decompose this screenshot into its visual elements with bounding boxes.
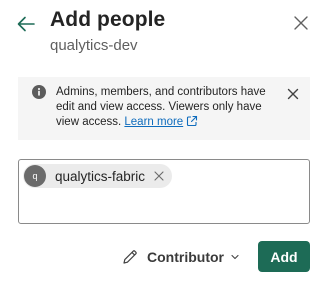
close-icon <box>292 14 310 32</box>
info-icon <box>32 85 46 99</box>
page-title: Add people <box>50 8 166 31</box>
close-icon <box>286 87 300 101</box>
learn-more-label: Learn more <box>124 116 184 128</box>
close-icon <box>154 171 164 181</box>
role-dropdown[interactable]: Contributor <box>121 246 240 268</box>
close-button[interactable] <box>292 14 310 32</box>
avatar: q <box>24 165 46 187</box>
role-label: Contributor <box>147 249 224 265</box>
arrow-left-icon <box>14 12 38 36</box>
external-link-icon <box>187 115 198 127</box>
info-message-bar: Admins, members, and contributors have e… <box>18 77 310 140</box>
add-button[interactable]: Add <box>258 241 310 272</box>
pencil-icon <box>121 248 139 266</box>
person-chip-label: qualytics-fabric <box>55 168 146 184</box>
remove-chip-button[interactable] <box>154 171 164 181</box>
back-button[interactable] <box>14 12 38 36</box>
people-picker-input[interactable]: q qualytics-fabric <box>18 159 310 224</box>
info-message-text: Admins, members, and contributors have e… <box>56 85 271 130</box>
workspace-name: qualytics-dev <box>50 37 138 54</box>
dismiss-info-button[interactable] <box>286 87 300 101</box>
chevron-down-icon <box>230 252 240 262</box>
learn-more-link[interactable]: Learn more <box>124 115 198 128</box>
person-chip[interactable]: q qualytics-fabric <box>23 164 173 188</box>
